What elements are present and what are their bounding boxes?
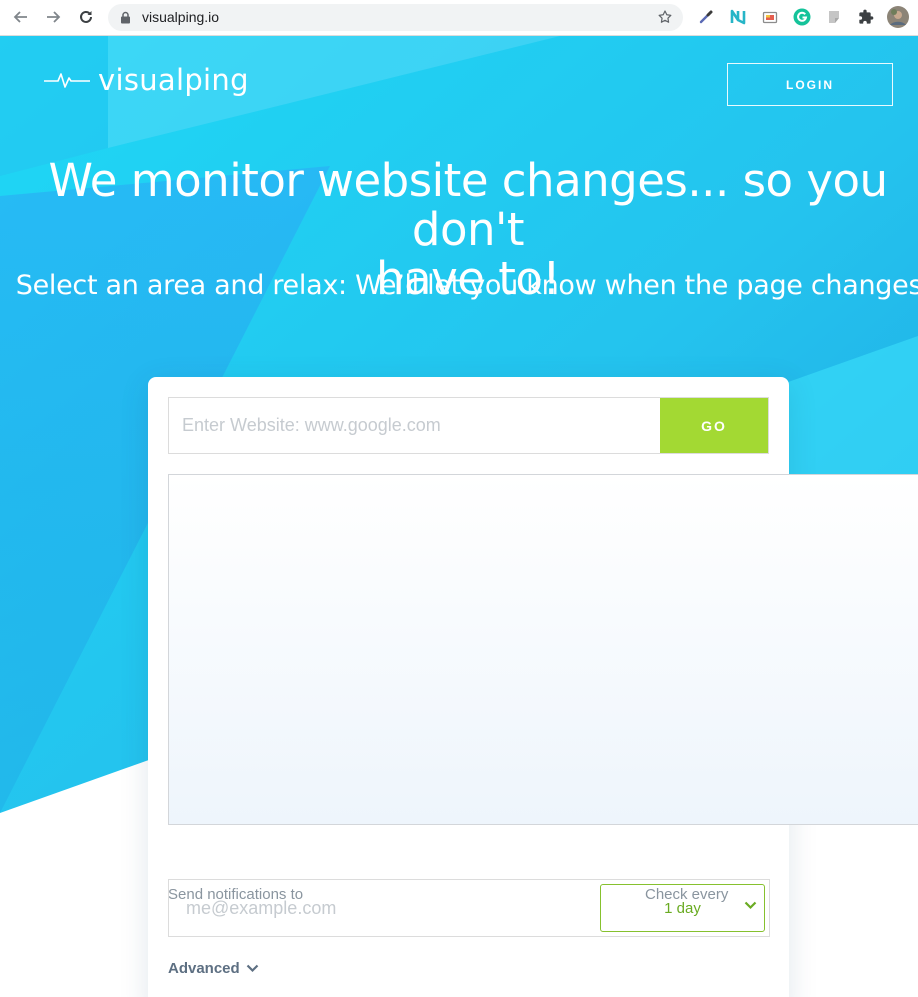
gray-extension-icon[interactable] [824, 7, 844, 27]
url-input-row: GO [168, 397, 769, 454]
frequency-value: 1 day [664, 899, 701, 917]
headline-line-1: We monitor website changes... so you don… [48, 154, 888, 256]
chevron-down-icon [744, 901, 757, 910]
lock-icon [121, 11, 130, 24]
eyedropper-icon[interactable] [696, 7, 716, 27]
profile-avatar[interactable] [886, 5, 910, 29]
forward-arrow-icon [47, 11, 61, 23]
n-extension-icon[interactable] [728, 7, 748, 27]
hero-section: visualping LOGIN We monitor website chan… [0, 36, 918, 997]
email-input-row: 1 day [168, 879, 770, 937]
advanced-toggle[interactable]: Advanced [168, 960, 259, 977]
url-text: visualping.io [142, 9, 220, 25]
advanced-label: Advanced [168, 960, 240, 977]
visualping-logo[interactable]: visualping [44, 63, 249, 97]
forward-button[interactable] [42, 6, 64, 28]
address-bar[interactable]: visualping.io [108, 4, 683, 31]
website-url-input[interactable] [169, 398, 661, 453]
chevron-down-icon [246, 964, 258, 973]
screenshot-extension-icon[interactable] [760, 7, 780, 27]
bookmark-star-icon[interactable] [657, 9, 673, 25]
login-button[interactable]: LOGIN [727, 63, 893, 106]
puzzle-icon[interactable] [856, 7, 876, 27]
back-button[interactable] [10, 6, 32, 28]
page-preview-area[interactable] [168, 474, 918, 825]
pulse-icon [44, 73, 90, 88]
monitor-form-card: GO Send notifications to Check every 1 d… [148, 377, 918, 997]
grammarly-icon[interactable] [792, 7, 812, 27]
hero-subheadline: Select an area and relax: We’ll let you … [15, 270, 918, 301]
back-arrow-icon [13, 11, 27, 23]
logo-text: visualping [98, 63, 249, 97]
reload-icon [80, 10, 92, 23]
email-input[interactable] [169, 880, 599, 936]
browser-toolbar: visualping.io [0, 0, 918, 36]
go-button[interactable]: GO [660, 398, 768, 453]
reload-button[interactable] [75, 6, 97, 28]
frequency-select[interactable]: 1 day [600, 884, 765, 932]
